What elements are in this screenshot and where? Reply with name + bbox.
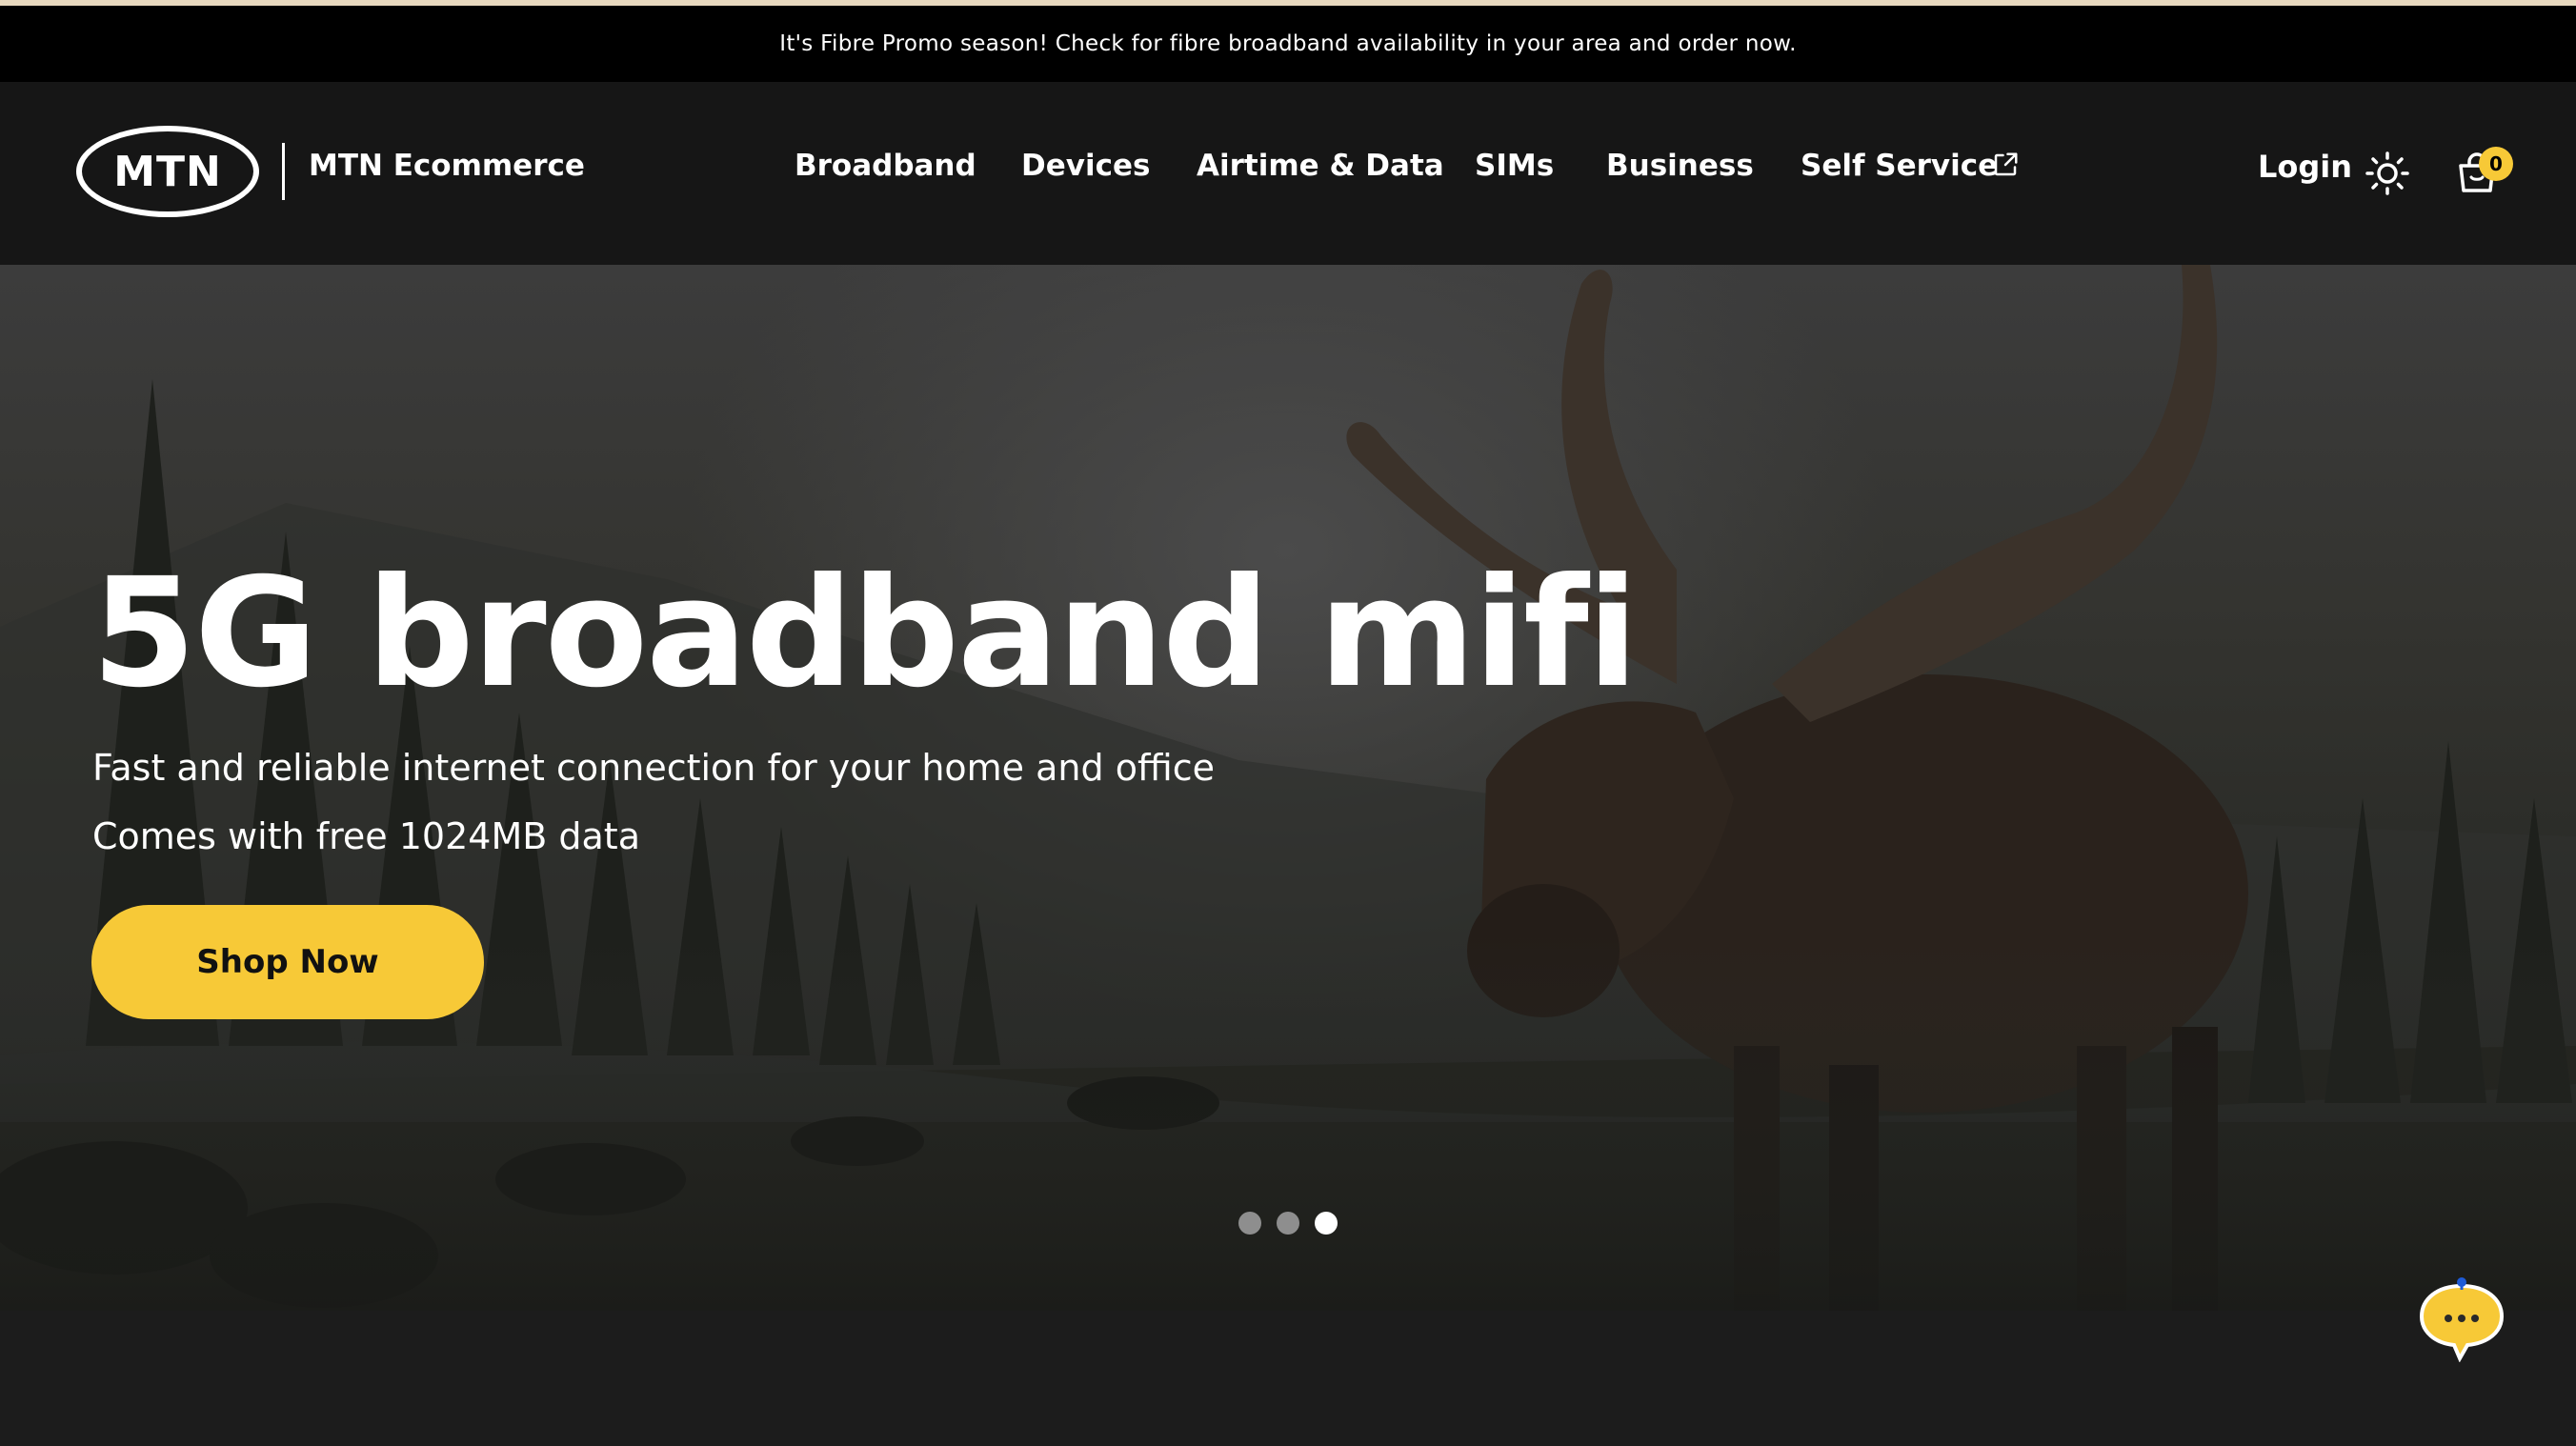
logo-divider: [282, 143, 285, 200]
page-content-area: [0, 1311, 2576, 1446]
logo-text: MTN: [113, 147, 222, 196]
carousel-dot-1[interactable]: [1238, 1212, 1261, 1235]
promo-banner[interactable]: It's Fibre Promo season! Check for fibre…: [0, 6, 2576, 82]
nav-item-broadband[interactable]: Broadband: [795, 149, 976, 183]
hero-banner: 5G broadband mifi Fast and reliable inte…: [0, 265, 2576, 1311]
chat-bubble-icon[interactable]: [2416, 1275, 2507, 1362]
shop-now-button[interactable]: Shop Now: [91, 905, 484, 1019]
nav-item-airtime-data[interactable]: Airtime & Data: [1197, 149, 1444, 183]
hero-title: 5G broadband mifi: [91, 546, 1639, 721]
external-link-icon[interactable]: [1991, 151, 2020, 179]
sun-icon[interactable]: [2365, 151, 2410, 196]
cart-count-badge: 0: [2479, 147, 2513, 181]
nav-item-business[interactable]: Business: [1606, 149, 1754, 183]
mtn-logo[interactable]: MTN: [76, 126, 259, 217]
site-name[interactable]: MTN Ecommerce: [309, 149, 585, 183]
promo-text: It's Fibre Promo season! Check for fibre…: [779, 31, 1797, 56]
carousel-dot-2[interactable]: [1277, 1212, 1299, 1235]
nav-item-self-service[interactable]: Self Service: [1801, 149, 1998, 183]
hero-data-offer: Comes with free 1024MB data: [92, 815, 640, 857]
nav-item-devices[interactable]: Devices: [1021, 149, 1150, 183]
site-header: MTN MTN Ecommerce Broadband Devices Airt…: [0, 82, 2576, 265]
nav-item-sims[interactable]: SIMs: [1475, 149, 1554, 183]
carousel-dot-3[interactable]: [1315, 1212, 1338, 1235]
login-link[interactable]: Login: [2258, 149, 2352, 185]
hero-subtitle: Fast and reliable internet connection fo…: [92, 747, 1215, 789]
shop-now-label: Shop Now: [196, 943, 379, 981]
